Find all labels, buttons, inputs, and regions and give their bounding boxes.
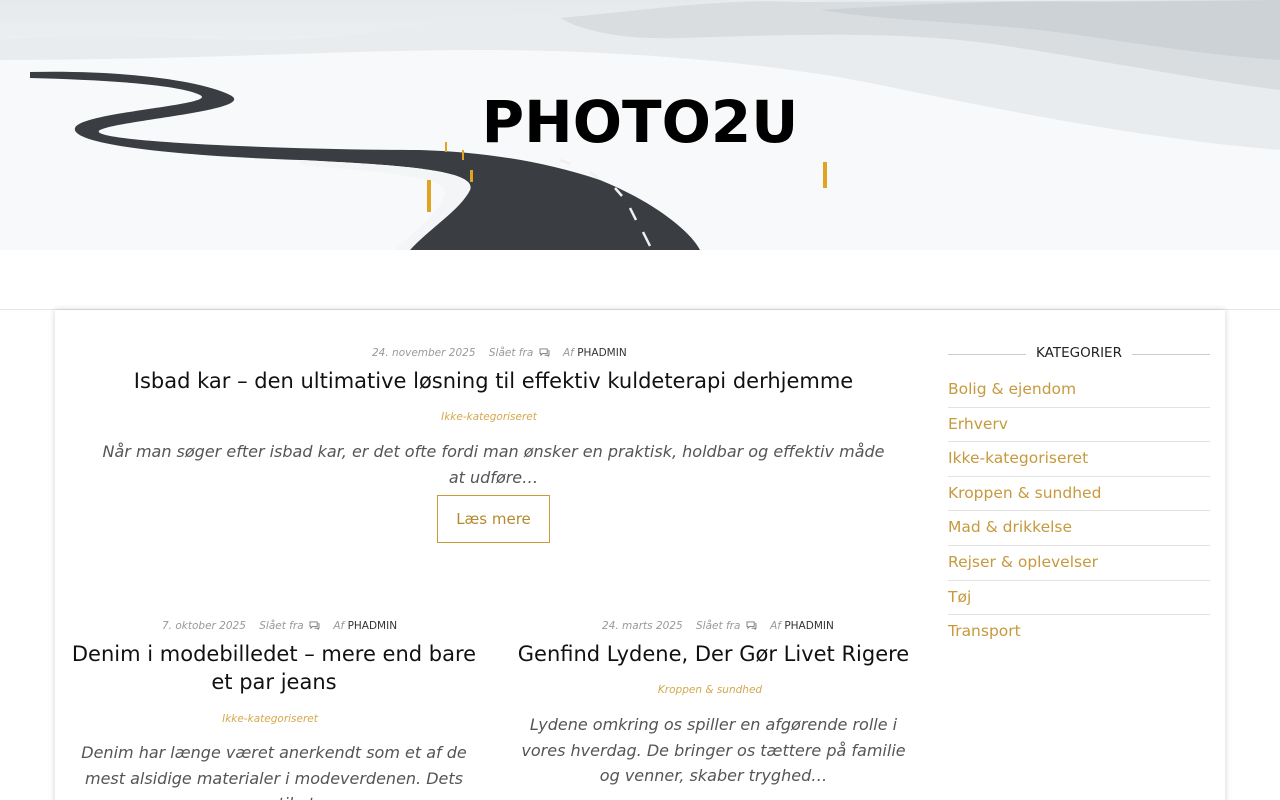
categories-list: Bolig & ejendom Erhverv Ikke-kategoriser… — [948, 373, 1210, 650]
post-category[interactable]: Kroppen & sundhed — [610, 684, 810, 696]
post-author[interactable]: PHADMIN — [348, 620, 398, 632]
category-link-erhverv[interactable]: Erhverv — [948, 415, 1008, 433]
site-title[interactable]: PHOTO2U — [0, 88, 1280, 156]
category-item: Bolig & ejendom — [948, 373, 1210, 408]
post-meta: 7. oktober 2025 Slået fra Af PHADMIN — [162, 620, 397, 632]
post-title[interactable]: Isbad kar – den ultimative løsning til e… — [100, 367, 887, 395]
post-category[interactable]: Ikke-kategoriseret — [389, 411, 589, 423]
post-category[interactable]: Ikke-kategoriseret — [170, 713, 370, 725]
post-excerpt: Denim har længe været anerkendt som et a… — [81, 743, 467, 800]
post-author-prefix: Af — [770, 620, 781, 632]
post-excerpt: Lydene omkring os spiller en afgørende r… — [521, 715, 906, 785]
post-excerpt: Når man søger efter isbad kar, er det of… — [102, 442, 885, 487]
category-link-kroppen[interactable]: Kroppen & sundhed — [948, 484, 1101, 502]
category-item: Erhverv — [948, 408, 1210, 443]
comments-icon — [309, 621, 320, 630]
post-comments: Slået fra — [696, 620, 741, 632]
post-comments: Slået fra — [259, 620, 304, 632]
category-link-mad[interactable]: Mad & drikkelse — [948, 518, 1072, 536]
category-item: Mad & drikkelse — [948, 511, 1210, 546]
category-link-toj[interactable]: Tøj — [948, 588, 971, 606]
category-item: Kroppen & sundhed — [948, 477, 1210, 512]
category-item: Ikke-kategoriseret — [948, 442, 1210, 477]
post-author[interactable]: PHADMIN — [577, 347, 627, 359]
category-link-transport[interactable]: Transport — [948, 622, 1021, 640]
post-meta: 24. november 2025 Slået fra Af PHADMIN — [372, 347, 627, 359]
post-title[interactable]: Genfind Lydene, Der Gør Livet Rigere — [510, 640, 917, 668]
comments-icon — [539, 348, 550, 357]
post-title[interactable]: Denim i modebilledet – mere end bare et … — [65, 640, 483, 696]
post-author-prefix: Af — [333, 620, 345, 632]
category-item: Tøj — [948, 581, 1210, 616]
categories-title: KATEGORIER — [1026, 345, 1132, 361]
category-link-bolig[interactable]: Bolig & ejendom — [948, 380, 1076, 398]
post-date[interactable]: 24. november 2025 — [372, 347, 476, 359]
categories-widget-title: KATEGORIER — [948, 345, 1210, 365]
main-navigation — [0, 250, 1280, 310]
post-date[interactable]: 24. marts 2025 — [602, 620, 683, 632]
post-author-prefix: Af — [562, 347, 574, 359]
read-more-button[interactable]: Læs mere — [437, 495, 550, 543]
hero-header: PHOTO2U — [0, 0, 1280, 250]
post-comments: Slået fra — [488, 347, 534, 359]
category-link-ikke-kategoriseret[interactable]: Ikke-kategoriseret — [948, 449, 1088, 467]
category-link-rejser[interactable]: Rejser & oplevelser — [948, 553, 1098, 571]
comments-icon — [746, 621, 757, 630]
category-item: Rejser & oplevelser — [948, 546, 1210, 581]
category-item: Transport — [948, 615, 1210, 650]
post-author[interactable]: PHADMIN — [784, 620, 834, 632]
post-date[interactable]: 7. oktober 2025 — [162, 620, 246, 632]
post-meta: 24. marts 2025 Slået fra Af PHADMIN — [602, 620, 834, 632]
